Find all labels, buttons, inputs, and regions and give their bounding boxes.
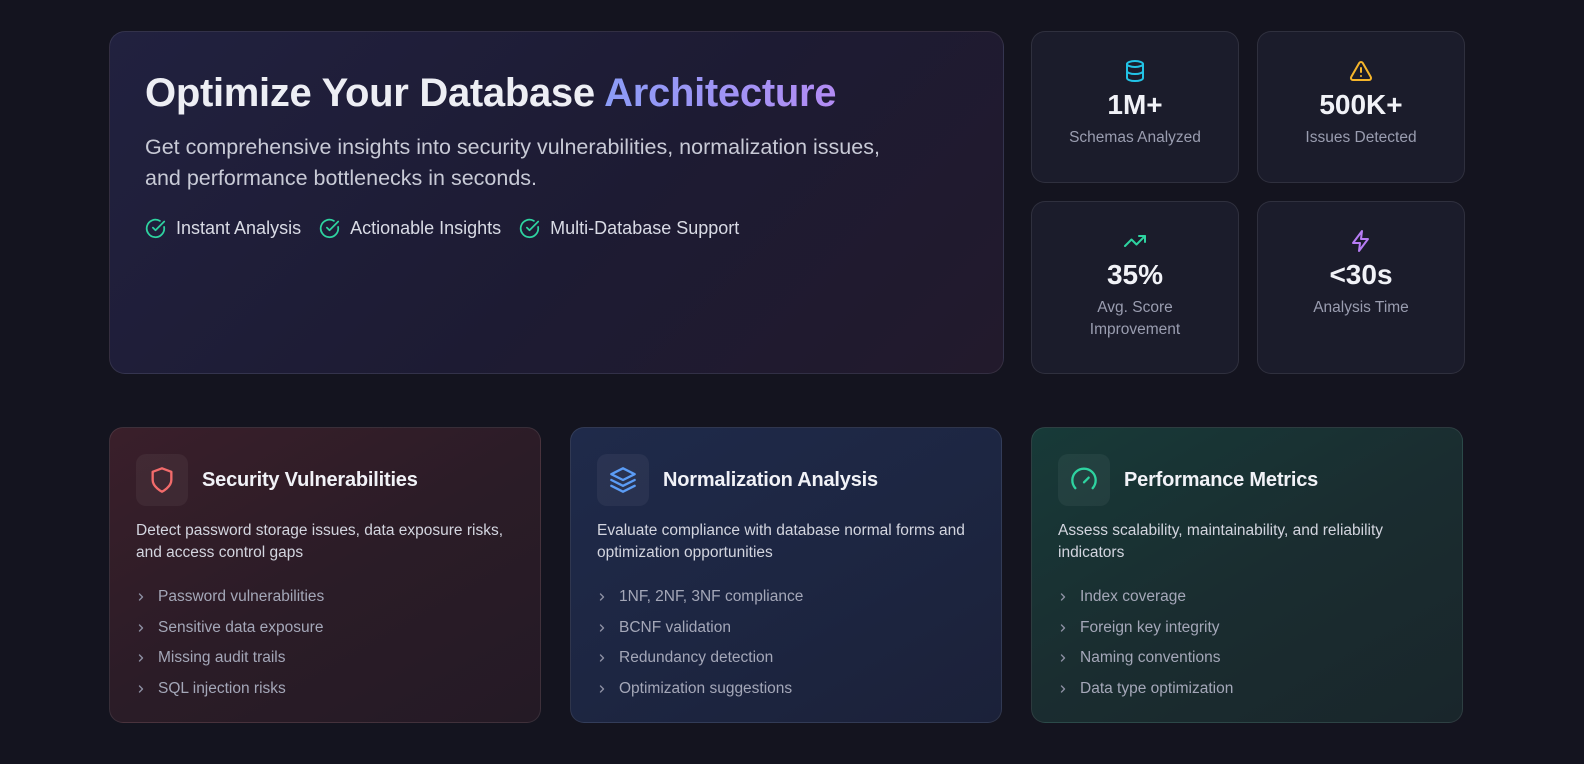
stat-value: 500K+ bbox=[1319, 89, 1403, 120]
card-title: Normalization Analysis bbox=[663, 468, 878, 491]
stat-label: Schemas Analyzed bbox=[1069, 129, 1201, 146]
layers-icon bbox=[597, 454, 649, 506]
list-item: 1NF, 2NF, 3NF compliance bbox=[597, 582, 975, 613]
card-performance-metrics: Performance Metrics Assess scalability, … bbox=[1031, 427, 1463, 723]
feature-item-multi-database-support: Multi-Database Support bbox=[519, 218, 739, 239]
list-item: SQL injection risks bbox=[136, 674, 514, 705]
feature-list: Instant Analysis Actionable Insights Mul… bbox=[145, 218, 968, 239]
hero-title-accent: Architecture bbox=[604, 71, 837, 115]
gauge-icon bbox=[1058, 454, 1110, 506]
card-security-vulnerabilities: Security Vulnerabilities Detect password… bbox=[109, 427, 541, 723]
card-item-list: Password vulnerabilities Sensitive data … bbox=[136, 582, 514, 704]
card-normalization-analysis: Normalization Analysis Evaluate complian… bbox=[570, 427, 1002, 723]
lightning-bolt-icon bbox=[1258, 229, 1464, 253]
hero-title: Optimize Your Database Architecture bbox=[145, 68, 968, 118]
chevron-right-icon bbox=[136, 653, 146, 663]
stat-card-issues-detected: 500K+ Issues Detected bbox=[1257, 31, 1465, 183]
list-item: Sensitive data exposure bbox=[136, 613, 514, 644]
warning-triangle-icon bbox=[1258, 59, 1464, 83]
check-circle-icon bbox=[519, 218, 540, 239]
card-title: Performance Metrics bbox=[1124, 468, 1319, 491]
stat-card-analysis-time: <30s Analysis Time bbox=[1257, 201, 1465, 374]
list-item: Data type optimization bbox=[1058, 674, 1436, 705]
check-circle-icon bbox=[319, 218, 340, 239]
chevron-right-icon bbox=[136, 684, 146, 694]
stat-value: 35% bbox=[1106, 259, 1164, 290]
stat-card-schemas-analyzed: 1M+ Schemas Analyzed bbox=[1031, 31, 1239, 183]
stat-label: Analysis Time bbox=[1313, 299, 1409, 316]
stat-card-score-improvement: 35% Avg. Score Improvement bbox=[1031, 201, 1239, 374]
trending-up-icon bbox=[1032, 229, 1238, 253]
list-item: Password vulnerabilities bbox=[136, 582, 514, 613]
card-description: Assess scalability, maintainability, and… bbox=[1058, 522, 1384, 561]
feature-label: Multi-Database Support bbox=[550, 218, 740, 238]
feature-label: Instant Analysis bbox=[176, 218, 302, 238]
feature-item-actionable-insights: Actionable Insights bbox=[319, 218, 501, 239]
list-item: Redundancy detection bbox=[597, 643, 975, 674]
list-item: Foreign key integrity bbox=[1058, 613, 1436, 644]
stat-value: <30s bbox=[1329, 259, 1393, 290]
feature-item-instant-analysis: Instant Analysis bbox=[145, 218, 301, 239]
list-item: Optimization suggestions bbox=[597, 674, 975, 705]
stat-label: Issues Detected bbox=[1305, 129, 1417, 146]
check-circle-icon bbox=[145, 218, 166, 239]
chevron-right-icon bbox=[1058, 684, 1068, 694]
chevron-right-icon bbox=[597, 653, 607, 663]
hero-panel: Optimize Your Database Architecture Get … bbox=[109, 31, 1004, 374]
chevron-right-icon bbox=[136, 623, 146, 633]
card-item-list: Index coverage Foreign key integrity Nam… bbox=[1058, 582, 1436, 704]
chevron-right-icon bbox=[136, 592, 146, 602]
chevron-right-icon bbox=[1058, 623, 1068, 633]
card-description: Evaluate compliance with database normal… bbox=[597, 522, 965, 561]
database-icon bbox=[1032, 59, 1238, 83]
list-item: Missing audit trails bbox=[136, 643, 514, 674]
card-title: Security Vulnerabilities bbox=[202, 468, 418, 491]
card-item-list: 1NF, 2NF, 3NF compliance BCNF validation… bbox=[597, 582, 975, 704]
hero-subtitle: Get comprehensive insights into security… bbox=[145, 135, 880, 190]
stat-value: 1M+ bbox=[1107, 89, 1163, 120]
chevron-right-icon bbox=[597, 684, 607, 694]
list-item: Naming conventions bbox=[1058, 643, 1436, 674]
chevron-right-icon bbox=[1058, 653, 1068, 663]
list-item: Index coverage bbox=[1058, 582, 1436, 613]
chevron-right-icon bbox=[597, 623, 607, 633]
chevron-right-icon bbox=[597, 592, 607, 602]
chevron-right-icon bbox=[1058, 592, 1068, 602]
list-item: BCNF validation bbox=[597, 613, 975, 644]
stat-label: Avg. Score Improvement bbox=[1089, 299, 1181, 338]
card-description: Detect password storage issues, data exp… bbox=[136, 522, 504, 561]
feature-label: Actionable Insights bbox=[350, 218, 502, 238]
shield-icon bbox=[136, 454, 188, 506]
hero-title-main: Optimize Your Database bbox=[145, 71, 605, 115]
